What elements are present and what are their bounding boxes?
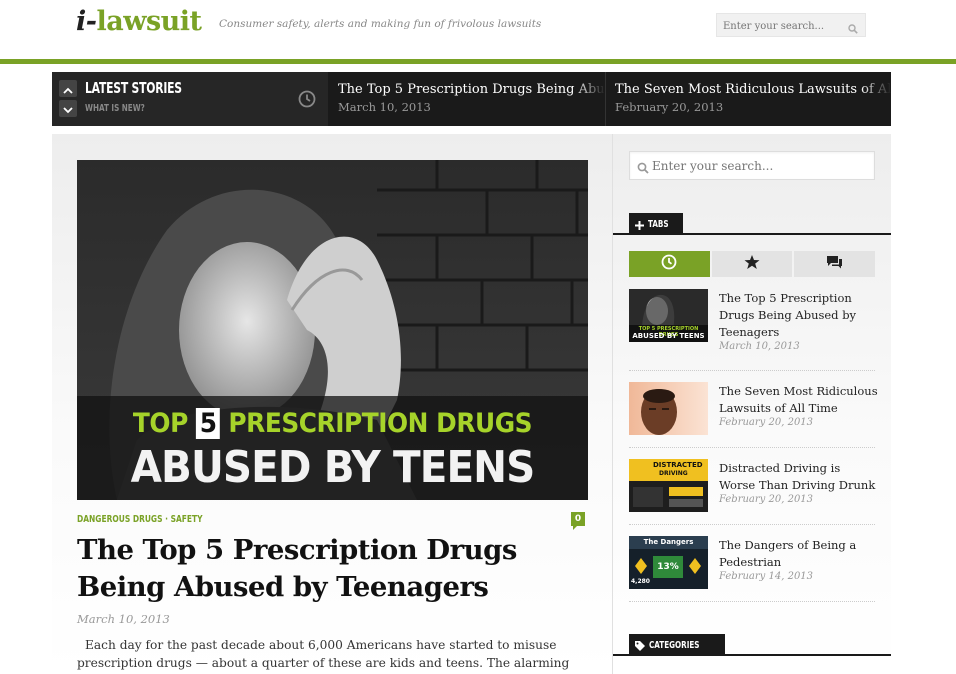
tabs-widget-header: TABS xyxy=(613,213,891,235)
site-logo[interactable]: i-lawsuit xyxy=(76,6,202,37)
sidebar-post-thumbnail: DISTRACTED DRIVING xyxy=(629,459,708,512)
sidebar-post-date: February 20, 2013 xyxy=(719,494,814,505)
ticker-subtitle: WHAT IS NEW? xyxy=(85,103,145,114)
sidebar-post-date: March 10, 2013 xyxy=(719,341,800,352)
star-icon xyxy=(744,254,760,274)
ticker-item-title: The Seven Most Ridiculous Lawsuits of Al… xyxy=(615,82,891,97)
logo-text: lawsuit xyxy=(96,6,202,37)
sidebar: TABS TOP 5 PRESCRIPT xyxy=(612,134,891,674)
ticker-header: LATEST STORIES WHAT IS NEW? xyxy=(52,72,328,126)
plus-icon xyxy=(635,215,644,234)
tab-recent[interactable] xyxy=(629,251,710,277)
search-icon[interactable] xyxy=(637,159,649,178)
featured-image-caption-top: TOP 5 PRESCRIPTION DRUGS xyxy=(132,408,533,439)
tab-popular[interactable] xyxy=(711,251,793,277)
ticker-item-date: March 10, 2013 xyxy=(338,100,431,114)
ticker-item[interactable]: The Top 5 Prescription Drugs Being Abuse… xyxy=(329,72,605,126)
sidebar-post-title: The Top 5 Prescription Drugs Being Abuse… xyxy=(719,291,857,339)
sidebar-search xyxy=(629,151,875,180)
header-divider xyxy=(0,59,956,64)
content-area: TOP 5 PRESCRIPTION DRUGS ABUSED BY TEENS… xyxy=(52,134,891,674)
tabs-label: TABS xyxy=(648,218,669,230)
header-search-input[interactable] xyxy=(717,15,837,38)
clock-icon xyxy=(298,90,316,112)
thumbnail-caption: ABUSED BY TEENS xyxy=(632,332,705,340)
site-tagline: Consumer safety, alerts and making fun o… xyxy=(219,18,542,30)
thumbnail-caption: The Dangers xyxy=(643,538,694,546)
sidebar-post[interactable]: DISTRACTED DRIVING Distracted Driving is… xyxy=(629,459,875,519)
thumbnail-caption: DISTRACTED xyxy=(653,461,703,469)
category-link[interactable]: SAFETY xyxy=(171,514,203,525)
categories-label: CATEGORIES xyxy=(649,639,700,651)
sidebar-post-title: Distracted Driving is Worse Than Driving… xyxy=(719,461,876,492)
sidebar-search-input[interactable] xyxy=(652,152,867,179)
chevron-up-icon xyxy=(63,79,73,98)
sidebar-post-thumbnail: The Dangers 13% 4,280 xyxy=(629,536,708,589)
header-search xyxy=(716,13,866,38)
ticker-next-button[interactable] xyxy=(59,100,77,117)
main-column: TOP 5 PRESCRIPTION DRUGS ABUSED BY TEENS… xyxy=(52,134,612,674)
ticker-item-title: The Top 5 Prescription Drugs Being Abuse… xyxy=(338,82,605,97)
latest-stories-ticker: LATEST STORIES WHAT IS NEW? The Top 5 Pr… xyxy=(52,72,891,126)
sidebar-post-date: February 14, 2013 xyxy=(719,571,814,582)
category-separator: · xyxy=(162,514,171,525)
featured-image-caption-bottom: ABUSED BY TEENS xyxy=(130,442,536,493)
widget-label: CATEGORIES xyxy=(629,634,726,656)
logo-prefix: i- xyxy=(76,6,97,37)
category-link[interactable]: DANGEROUS DRUGS xyxy=(77,514,162,525)
sidebar-post[interactable]: The Dangers 13% 4,280 The Dangers of Bei… xyxy=(629,536,875,596)
sidebar-post-date: February 20, 2013 xyxy=(719,417,814,428)
thumbnail-caption: DRIVING xyxy=(659,470,688,477)
search-icon[interactable] xyxy=(848,19,858,38)
featured-image[interactable]: TOP 5 PRESCRIPTION DRUGS ABUSED BY TEENS xyxy=(77,160,588,500)
ticker-fade xyxy=(861,72,891,126)
ticker-fade xyxy=(575,72,605,126)
clock-icon xyxy=(661,254,677,274)
sidebar-divider xyxy=(629,524,875,525)
ticker-item[interactable]: The Seven Most Ridiculous Lawsuits of Al… xyxy=(606,72,891,126)
sidebar-divider xyxy=(629,370,875,371)
post-title[interactable]: The Top 5 Prescription Drugs Being Abuse… xyxy=(77,532,577,606)
thumbnail-caption: 13% xyxy=(657,562,679,572)
sidebar-tabs xyxy=(629,251,876,277)
widget-label: TABS xyxy=(629,213,683,235)
post-excerpt: Each day for the past decade about 6,000… xyxy=(77,638,570,670)
thumbnail-caption: 4,280 xyxy=(631,578,650,585)
comments-icon xyxy=(826,255,843,274)
sidebar-divider xyxy=(629,447,875,448)
tag-icon xyxy=(635,636,645,655)
ticker-prev-button[interactable] xyxy=(59,80,77,97)
comment-count-badge[interactable]: 0 xyxy=(571,512,585,530)
sidebar-post-title: The Seven Most Ridiculous Lawsuits of Al… xyxy=(719,384,878,415)
sidebar-post[interactable]: The Seven Most Ridiculous Lawsuits of Al… xyxy=(629,382,878,442)
chevron-down-icon xyxy=(63,99,73,118)
site-header: i-lawsuit Consumer safety, alerts and ma… xyxy=(0,0,956,60)
post-categories: DANGEROUS DRUGS · SAFETY xyxy=(77,514,203,525)
ticker-item-date: February 20, 2013 xyxy=(615,100,724,114)
sidebar-post-title: The Dangers of Being a Pedestrian xyxy=(719,538,857,569)
categories-widget-header: CATEGORIES xyxy=(613,634,891,656)
sidebar-divider xyxy=(629,601,875,602)
sidebar-post-thumbnail: TOP 5 PRESCRIPTION DRUGS ABUSED BY TEENS xyxy=(629,289,708,342)
sidebar-post[interactable]: TOP 5 PRESCRIPTION DRUGS ABUSED BY TEENS… xyxy=(629,289,875,359)
post-date: March 10, 2013 xyxy=(77,612,170,626)
sidebar-post-thumbnail xyxy=(629,382,708,435)
ticker-title: LATEST STORIES xyxy=(85,79,182,97)
tab-comments[interactable] xyxy=(794,251,876,277)
